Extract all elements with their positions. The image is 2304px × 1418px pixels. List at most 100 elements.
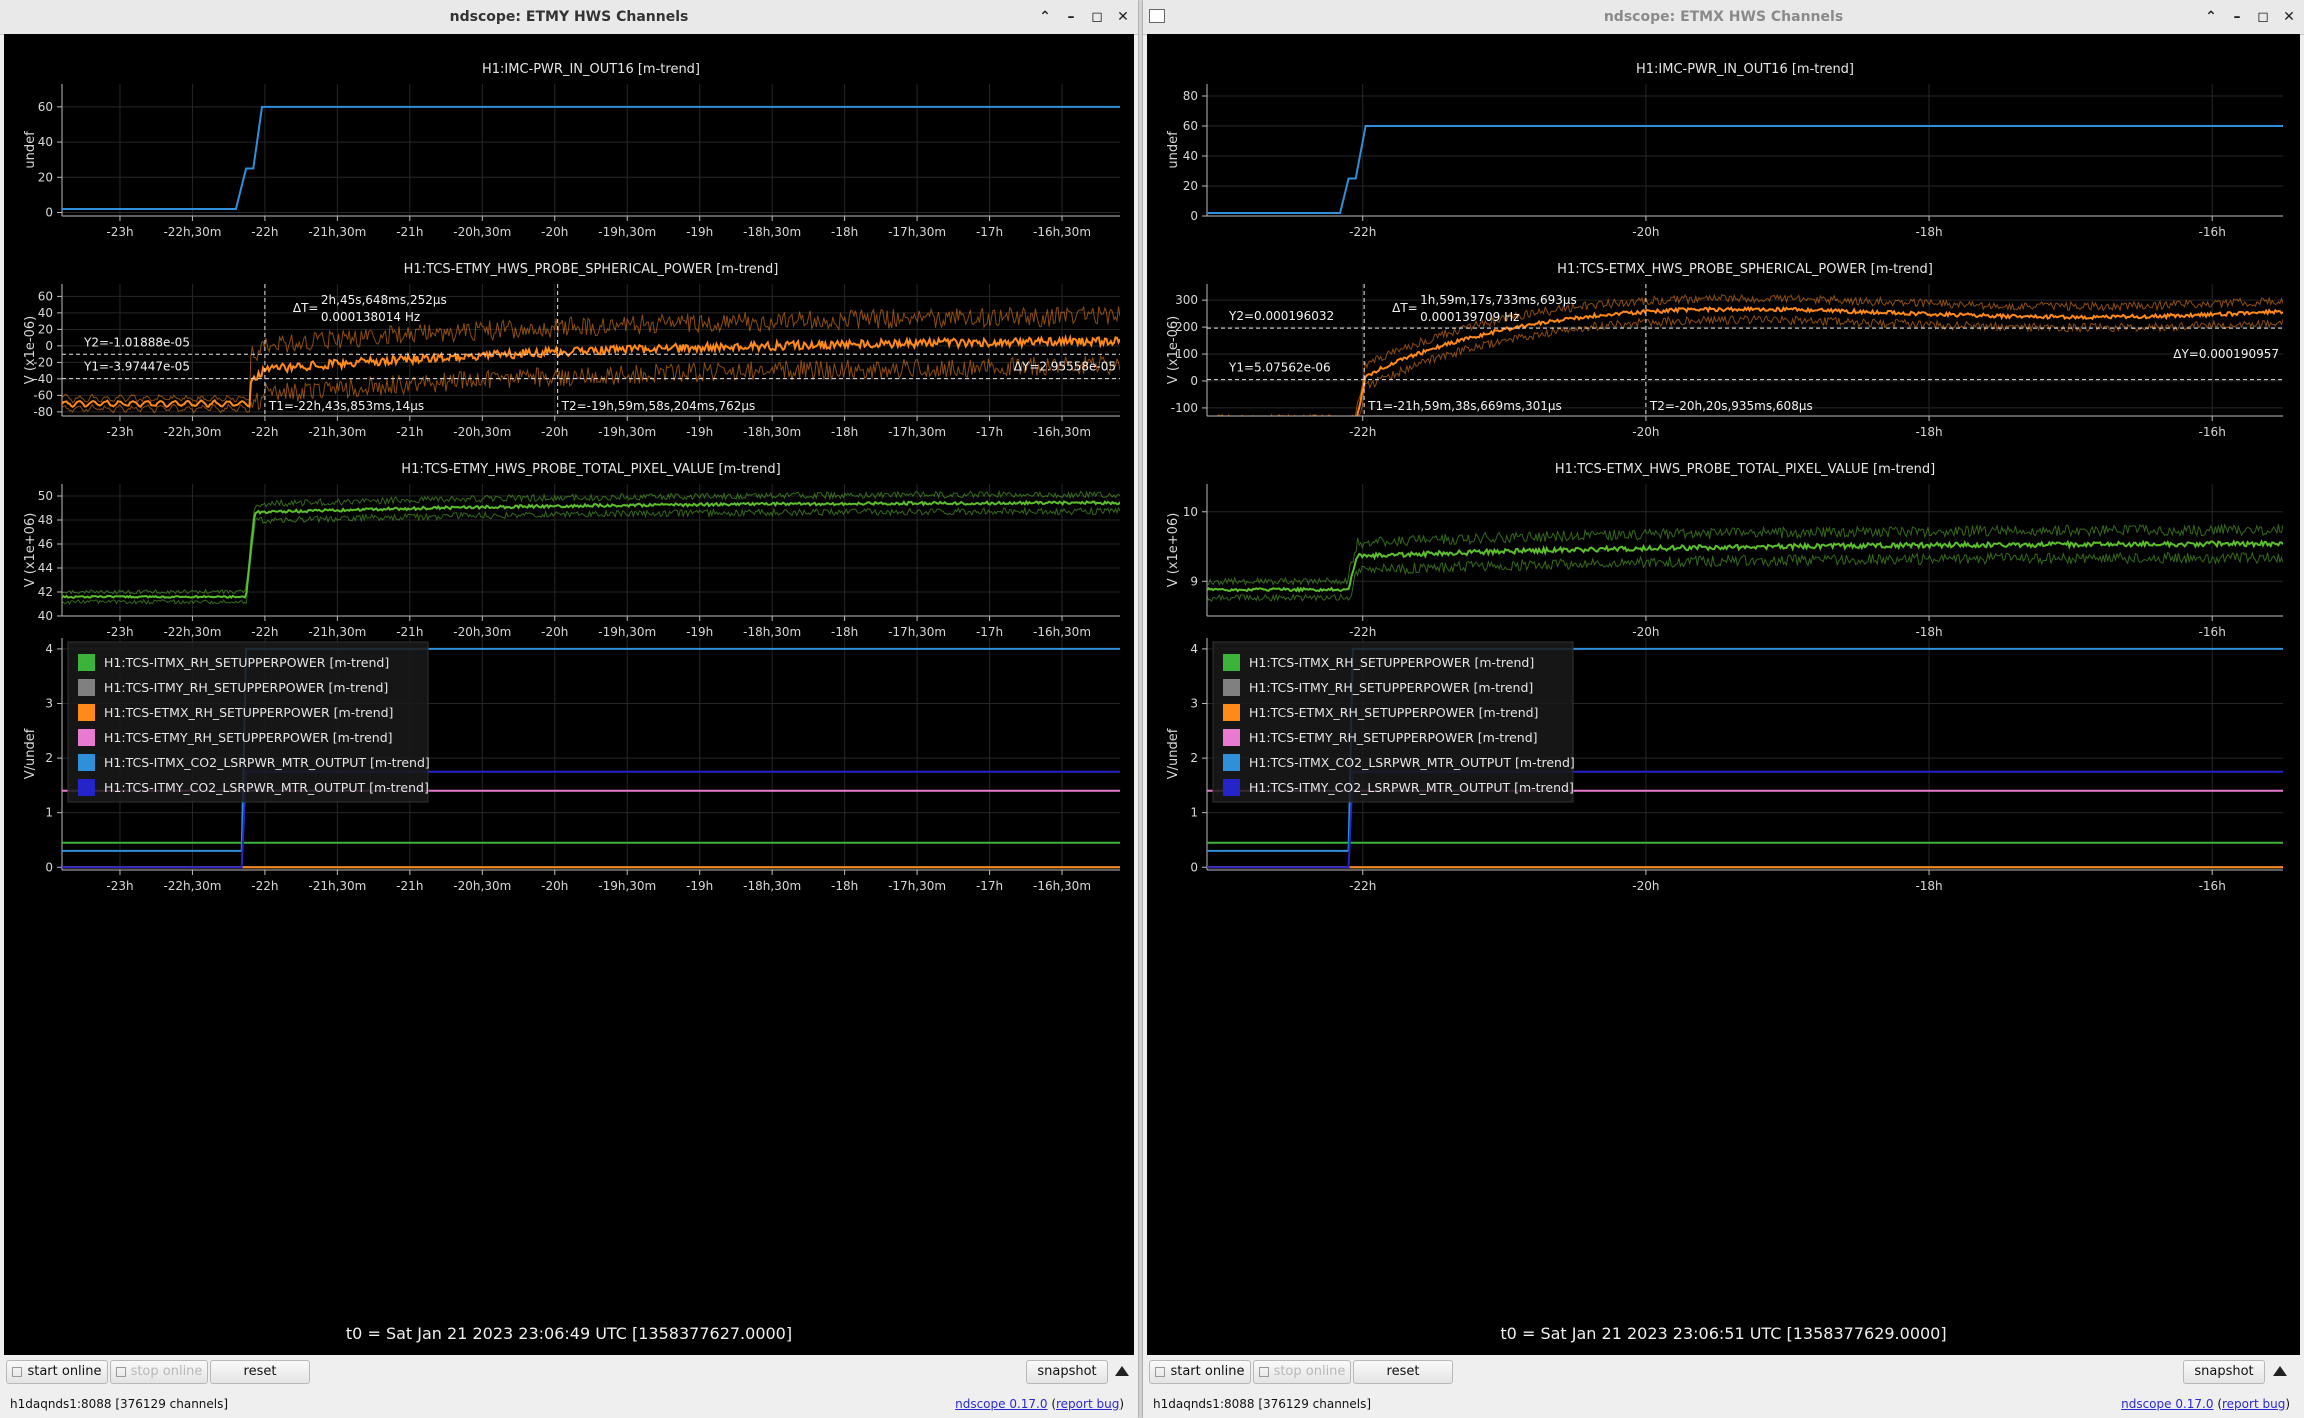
cursors[interactable]: T1=-22h,43s,853ms,14µs T2=-19h,59m,58s,20… bbox=[62, 284, 1120, 416]
legend-entry[interactable]: H1:TCS-ITMY_RH_SETUPPERPOWER [m-trend] bbox=[1249, 680, 1533, 695]
plot-title: H1:IMC-PWR_IN_OUT16 [m-trend] bbox=[482, 62, 700, 77]
plot-canvas[interactable]: H1:IMC-PWR_IN_OUT16 [m-trend] -22h -20h -18… bbox=[1147, 34, 2300, 1355]
reset-button[interactable]: reset bbox=[1353, 1360, 1453, 1384]
plot-canvas[interactable]: H1:IMC-PWR_IN_OUT16 [m-trend] -23h -22h,30… bbox=[4, 34, 1134, 1355]
y-tick-label: 3 bbox=[45, 697, 53, 711]
legend[interactable]: H1:TCS-ITMX_RH_SETUPPERPOWER [m-trend] H1… bbox=[1212, 641, 1575, 803]
y-tick-label: 60 bbox=[38, 100, 53, 114]
x-tick-label: -20h bbox=[1632, 225, 1659, 239]
collapse-icon[interactable]: ⌃ bbox=[2202, 8, 2220, 26]
x-tick-label: -17h bbox=[976, 625, 1003, 639]
plots-svg[interactable]: H1:IMC-PWR_IN_OUT16 [m-trend] -23h -22h,30… bbox=[4, 34, 1134, 1355]
legend-entry[interactable]: H1:TCS-ITMX_RH_SETUPPERPOWER [m-trend] bbox=[104, 655, 389, 670]
collapse-icon[interactable]: ⌃ bbox=[1036, 8, 1054, 26]
plot-4[interactable]: -22h -20h -18h -16h 0 1 2 3 4 V/undef H1:TCS-ITMX_… bbox=[1166, 638, 2283, 893]
x-tick-label: -22h bbox=[1349, 225, 1376, 239]
legend-swatch bbox=[78, 754, 95, 771]
plot-1[interactable]: H1:IMC-PWR_IN_OUT16 [m-trend] -23h -22h,30… bbox=[23, 62, 1120, 239]
window-title: ndscope: ETMY HWS Channels bbox=[449, 9, 689, 25]
x-tick-label: -23h bbox=[106, 225, 133, 239]
title-bar[interactable]: ndscope: ETMY HWS Channels ⌃ – ◻ ✕ bbox=[0, 0, 1138, 35]
x-tick-label: -18h,30m bbox=[743, 425, 801, 439]
y-tick-label: 0 bbox=[1190, 374, 1198, 388]
legend-entry[interactable]: H1:TCS-ITMX_CO2_LSRPWR_MTR_OUTPUT [m-tre… bbox=[1249, 755, 1575, 770]
x-tick-label: -19h bbox=[686, 225, 713, 239]
x-tick-label: -18h,30m bbox=[743, 879, 801, 893]
minimize-icon[interactable]: – bbox=[1062, 8, 1080, 26]
legend-entry[interactable]: H1:TCS-ETMY_RH_SETUPPERPOWER [m-trend] bbox=[104, 730, 393, 745]
y-tick-label: 1 bbox=[45, 806, 53, 820]
x-tick-label: -23h bbox=[106, 625, 133, 639]
x-tick-label: -22h bbox=[1349, 425, 1376, 439]
stop-online-button[interactable]: stop online bbox=[110, 1360, 208, 1384]
series-min bbox=[62, 506, 1120, 605]
reset-button[interactable]: reset bbox=[210, 1360, 310, 1384]
legend-swatch bbox=[1223, 654, 1240, 671]
plot-title: H1:TCS-ETMY_HWS_PROBE_SPHERICAL_POWER [m… bbox=[404, 262, 779, 277]
ndscope-window-etmy[interactable]: ndscope: ETMY HWS Channels ⌃ – ◻ ✕ H1:IM… bbox=[0, 0, 1138, 1418]
title-bar[interactable]: ndscope: ETMX HWS Channels ⌃ – ◻ ✕ bbox=[1143, 0, 2304, 35]
close-icon[interactable]: ✕ bbox=[1114, 8, 1132, 26]
cursor-y1-label: Y1=-3.97447e-05 bbox=[83, 360, 190, 374]
legend-entry[interactable]: H1:TCS-ITMY_CO2_LSRPWR_MTR_OUTPUT [m-tre… bbox=[104, 780, 429, 795]
minimize-icon[interactable]: – bbox=[2228, 8, 2246, 26]
x-tick-label: -20h,30m bbox=[453, 879, 511, 893]
y-tick-label: 3 bbox=[1190, 697, 1198, 711]
x-tick-label: -17h,30m bbox=[888, 625, 946, 639]
start-online-button[interactable]: start online bbox=[1149, 1360, 1251, 1384]
maximize-icon[interactable]: ◻ bbox=[1088, 8, 1106, 26]
plot-3[interactable]: H1:TCS-ETMX_HWS_PROBE_TOTAL_PIXEL_VALUE … bbox=[1166, 462, 2283, 639]
expand-up-icon[interactable] bbox=[2273, 1366, 2287, 1376]
cursor-df-label: 0.000138014 Hz bbox=[321, 310, 420, 324]
x-tick-label: -20h bbox=[1632, 425, 1659, 439]
stop-online-button[interactable]: stop online bbox=[1253, 1360, 1351, 1384]
plot-2[interactable]: H1:TCS-ETMY_HWS_PROBE_SPHERICAL_POWER [m… bbox=[23, 262, 1120, 439]
report-bug-link[interactable]: report bug bbox=[2222, 1397, 2285, 1411]
ndscope-window-etmx[interactable]: ndscope: ETMX HWS Channels ⌃ – ◻ ✕ H1:IM… bbox=[1143, 0, 2304, 1418]
version-link[interactable]: ndscope 0.17.0 bbox=[2121, 1397, 2213, 1411]
x-tick-label: -21h bbox=[396, 425, 423, 439]
plot-title: H1:TCS-ETMX_HWS_PROBE_SPHERICAL_POWER [m… bbox=[1557, 262, 1933, 277]
version-link[interactable]: ndscope 0.17.0 bbox=[955, 1397, 1047, 1411]
legend[interactable]: H1:TCS-ITMX_RH_SETUPPERPOWER [m-trend] H1… bbox=[67, 641, 430, 803]
y-tick-label: 44 bbox=[38, 561, 53, 575]
window-title: ndscope: ETMX HWS Channels bbox=[1603, 9, 1844, 25]
cursor-t2-label: T2=-20h,20s,935ms,608µs bbox=[1649, 399, 1813, 413]
x-tick-label: -21h bbox=[396, 879, 423, 893]
x-tick-label: -18h,30m bbox=[743, 625, 801, 639]
snapshot-button[interactable]: snapshot bbox=[2183, 1360, 2265, 1384]
report-bug-link[interactable]: report bug bbox=[1056, 1397, 1119, 1411]
x-tick-label: -16h bbox=[2199, 225, 2226, 239]
legend-entry[interactable]: H1:TCS-ETMY_RH_SETUPPERPOWER [m-trend] bbox=[1249, 730, 1538, 745]
plot-2[interactable]: H1:TCS-ETMX_HWS_PROBE_SPHERICAL_POWER [m… bbox=[1166, 262, 2283, 439]
plots-svg[interactable]: H1:IMC-PWR_IN_OUT16 [m-trend] -22h -20h -18… bbox=[1147, 34, 2300, 1355]
legend-entry[interactable]: H1:TCS-ITMY_CO2_LSRPWR_MTR_OUTPUT [m-tre… bbox=[1249, 780, 1574, 795]
x-tick-label: -21h,30m bbox=[308, 625, 366, 639]
y-tick-label: 4 bbox=[45, 642, 53, 656]
legend-swatch bbox=[1223, 679, 1240, 696]
legend-entry[interactable]: H1:TCS-ITMX_RH_SETUPPERPOWER [m-trend] bbox=[1249, 655, 1534, 670]
plot-3[interactable]: H1:TCS-ETMY_HWS_PROBE_TOTAL_PIXEL_VALUE … bbox=[23, 462, 1120, 639]
y-tick-label: -100 bbox=[1171, 401, 1198, 415]
series-min bbox=[1358, 314, 2283, 416]
legend-entry[interactable]: H1:TCS-ITMY_RH_SETUPPERPOWER [m-trend] bbox=[104, 680, 388, 695]
legend-entry[interactable]: H1:TCS-ETMX_RH_SETUPPERPOWER [m-trend] bbox=[104, 705, 393, 720]
legend-entry[interactable]: H1:TCS-ITMX_CO2_LSRPWR_MTR_OUTPUT [m-tre… bbox=[104, 755, 430, 770]
x-tick-label: -18h bbox=[1915, 625, 1942, 639]
x-tick-label: -21h bbox=[396, 625, 423, 639]
plot-1[interactable]: H1:IMC-PWR_IN_OUT16 [m-trend] -22h -20h -18… bbox=[1166, 62, 2283, 239]
close-icon[interactable]: ✕ bbox=[2280, 8, 2298, 26]
y-tick-label: 1 bbox=[1190, 806, 1198, 820]
plot-4[interactable]: -23h -22h,30m -22h -21h,30m -21h -20h,30m -20h… bbox=[23, 638, 1120, 893]
x-tick-label: -23h bbox=[106, 879, 133, 893]
t0-label: t0 = Sat Jan 21 2023 23:06:49 UTC [13583… bbox=[346, 1324, 792, 1343]
expand-up-icon[interactable] bbox=[1115, 1366, 1129, 1376]
x-tick-label: -19h,30m bbox=[598, 879, 656, 893]
start-online-button[interactable]: start online bbox=[6, 1360, 108, 1384]
snapshot-button[interactable]: snapshot bbox=[1026, 1360, 1108, 1384]
legend-entry[interactable]: H1:TCS-ETMX_RH_SETUPPERPOWER [m-trend] bbox=[1249, 705, 1538, 720]
cursor-dt-label: 1h,59m,17s,733ms,693µs bbox=[1420, 293, 1577, 307]
cursor-y1-label: Y1=5.07562e-06 bbox=[1228, 361, 1331, 375]
toolbar: start online stop online reset snapshot bbox=[1143, 1355, 2304, 1391]
maximize-icon[interactable]: ◻ bbox=[2254, 8, 2272, 26]
